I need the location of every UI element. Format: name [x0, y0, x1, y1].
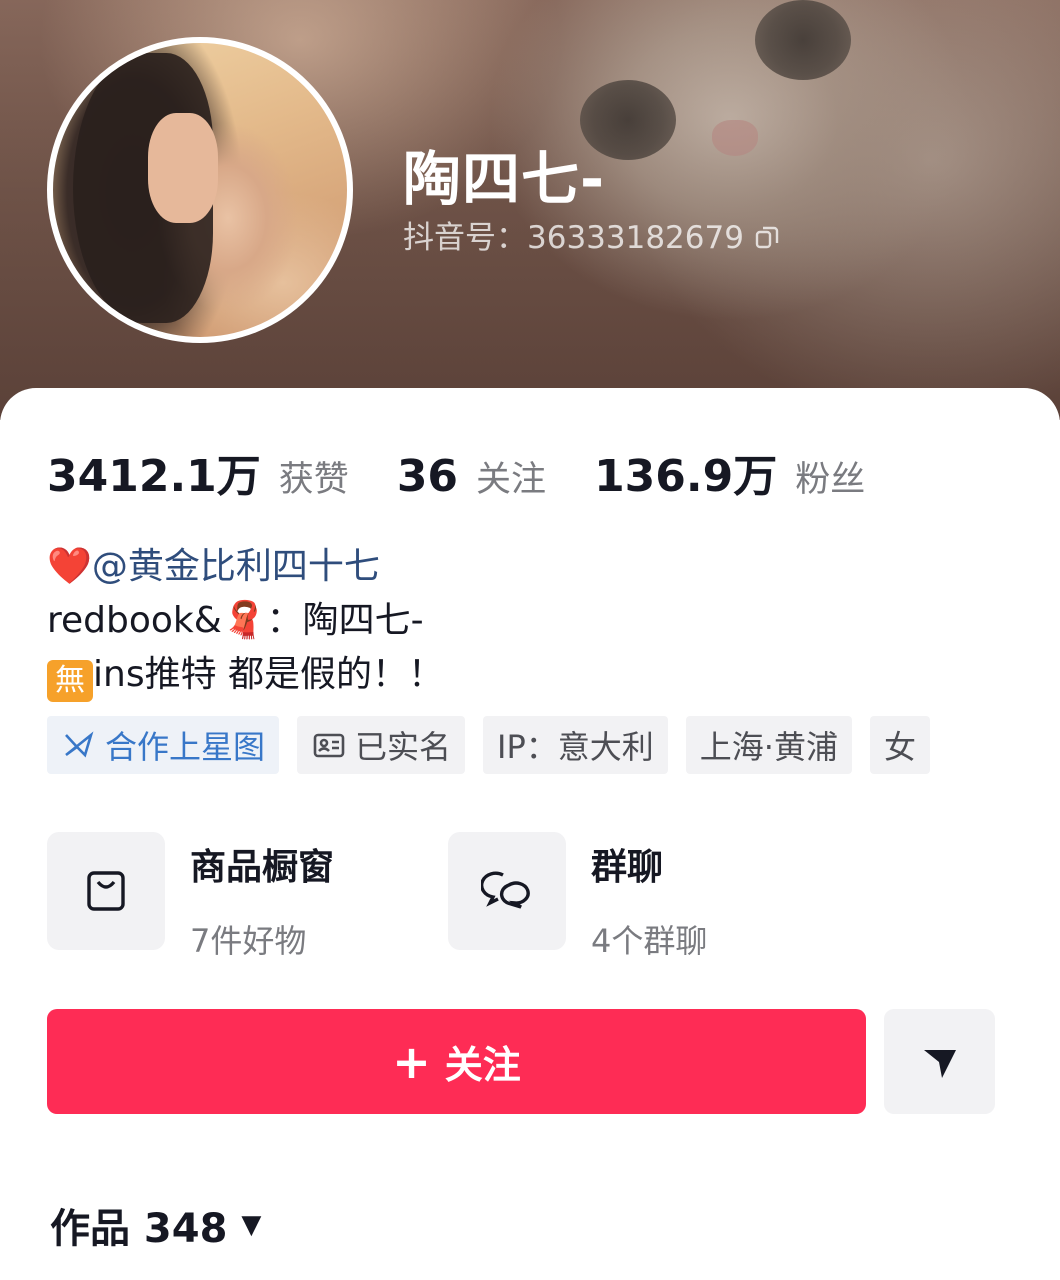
stat-label: 关注 [476, 460, 547, 500]
feature-entries: 商品橱窗 7件好物 群聊 4个群聊 [47, 832, 849, 962]
bio-mention-link[interactable]: @黄金比利四十七 [92, 546, 380, 587]
chat-bubbles-icon [481, 871, 530, 909]
shopping-bag-icon [87, 871, 125, 911]
stat-label: 粉丝 [795, 460, 866, 500]
follow-label: 关注 [444, 1043, 521, 1087]
tag-location: 上海·黄浦 [685, 716, 852, 774]
tag-label: 已实名 [355, 728, 452, 766]
tag-ip: IP：意大利 [483, 716, 668, 774]
bio-line-1: ❤️@黄金比利四十七 [47, 540, 444, 594]
plus-icon: + [392, 1034, 431, 1089]
wu-badge-emoji-icon: 無 [47, 660, 93, 702]
stats-row: 3412.1万 获赞 36 关注 136.9万 粉丝 [47, 440, 913, 504]
group-chat-title: 群聊 [591, 847, 664, 888]
id-card-icon [313, 733, 345, 758]
douyin-id[interactable]: 抖音号：36333182679 [403, 212, 780, 257]
douyin-id-text: 抖音号：36333182679 [403, 220, 744, 256]
shop-window-entry[interactable]: 商品橱窗 7件好物 [47, 832, 448, 962]
tag-label: 女 [883, 728, 916, 766]
works-label: 作品 348 [50, 1206, 228, 1252]
username: 陶四七- [403, 145, 606, 213]
stat-value: 36 [396, 451, 459, 502]
tag-star-cooperation[interactable]: 合作上星图 [47, 716, 280, 774]
bio-text: redbook& [47, 600, 222, 641]
shop-icon-box [47, 832, 165, 950]
stat-likes[interactable]: 3412.1万 获赞 [47, 440, 349, 504]
tag-gender: 女 [869, 716, 930, 774]
bio-text: ins推特 都是假的！！ [93, 654, 445, 695]
tag-label: IP：意大利 [497, 728, 654, 766]
avatar-hand [148, 113, 218, 223]
caret-down-icon: ▼ [241, 1210, 262, 1240]
shop-window-subtitle: 7件好物 [190, 922, 307, 960]
stat-label: 获赞 [278, 460, 349, 500]
group-chat-subtitle: 4个群聊 [591, 922, 708, 960]
stat-following[interactable]: 36 关注 [397, 451, 546, 502]
bio-line-2: redbook&🧣：陶四七- [47, 594, 444, 648]
tag-label: 合作上星图 [105, 728, 266, 766]
bio-text: ：陶四七- [266, 600, 424, 641]
heart-emoji-icon: ❤️ [47, 546, 92, 587]
works-tab[interactable]: 作品 348 ▼ [50, 1196, 261, 1254]
stat-followers[interactable]: 136.9万 粉丝 [594, 440, 865, 504]
star-map-icon [65, 731, 94, 758]
avatar[interactable] [47, 37, 353, 343]
stat-value: 136.9万 [594, 451, 778, 502]
profile-tags: 合作上星图 已实名 IP：意大利 上海·黄浦 女 [47, 716, 930, 774]
group-chat-icon-box [448, 832, 566, 950]
bio: ❤️@黄金比利四十七 redbook&🧣：陶四七- 無 ins推特 都是假的！！ [47, 540, 444, 702]
paper-plane-icon [923, 1049, 956, 1078]
tag-label: 上海·黄浦 [699, 728, 838, 766]
bio-line-3: 無 ins推特 都是假的！！ [47, 648, 444, 702]
stat-value: 3412.1万 [47, 451, 261, 502]
tag-verified[interactable]: 已实名 [297, 716, 466, 774]
send-message-button[interactable] [884, 1009, 995, 1114]
group-chat-entry[interactable]: 群聊 4个群聊 [448, 832, 849, 962]
shop-window-title: 商品橱窗 [190, 847, 335, 888]
follow-button[interactable]: + 关注 [47, 1009, 866, 1114]
scarf-emoji-icon: 🧣 [221, 600, 267, 641]
copy-icon[interactable] [754, 222, 780, 248]
